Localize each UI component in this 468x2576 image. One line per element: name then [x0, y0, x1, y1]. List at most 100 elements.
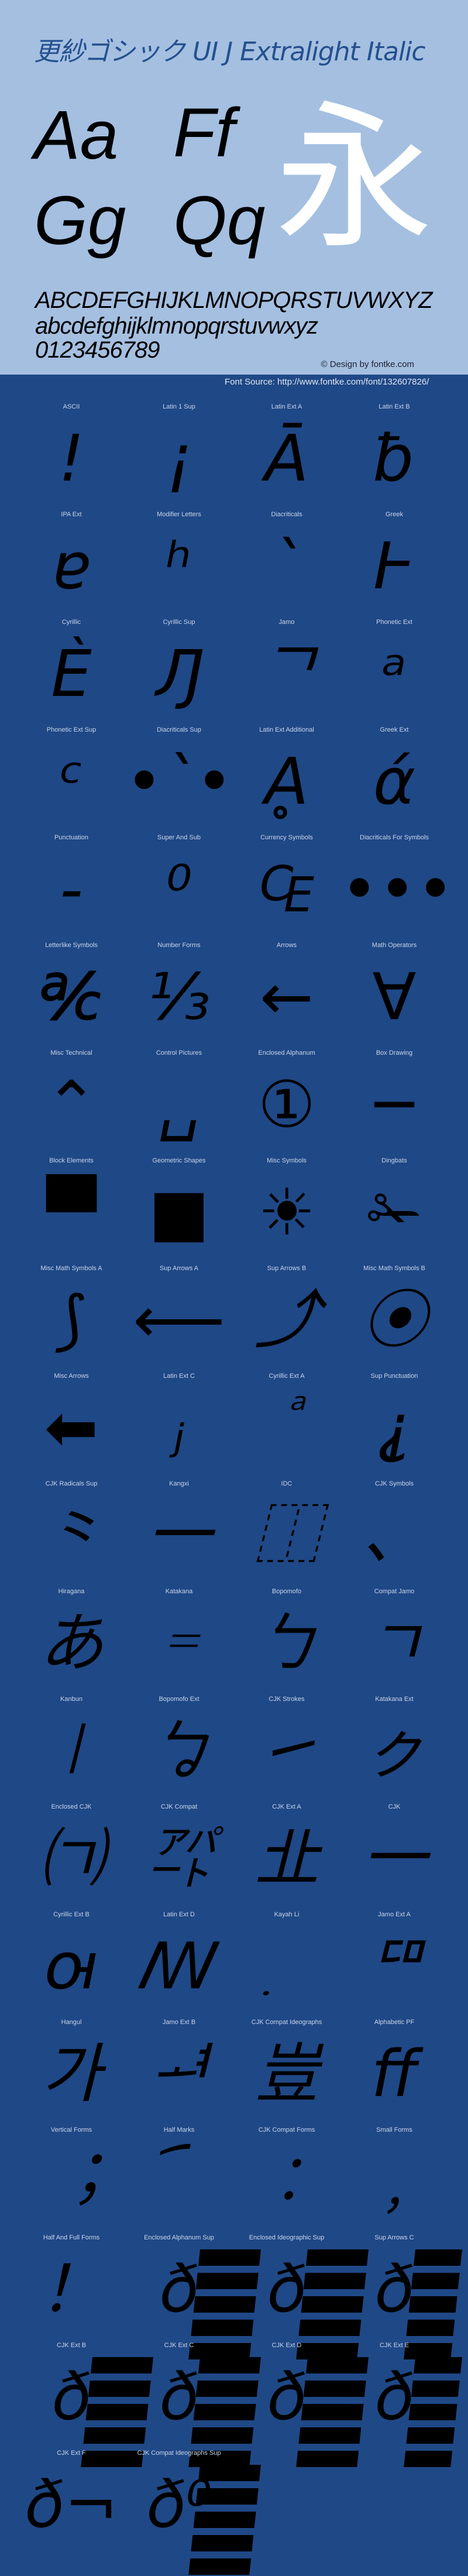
block-label: Bopomofo Ext [159, 1696, 199, 1703]
block-cell: Number Forms ⅓ [125, 942, 233, 1049]
block-cell: Vertical Forms ︔ [18, 2126, 125, 2234]
block-cell: Cyrillic Ѐ [18, 619, 125, 726]
block-cell: CJK Ext Cð [125, 2342, 261, 2468]
digits: 0123456789 [35, 337, 160, 363]
block-label: Sup Punctuation [370, 1373, 418, 1380]
block-label: IDC [281, 1480, 292, 1487]
block-cell: Enclosed CJK ㈀ [18, 1803, 125, 1911]
block-sample-glyph: ð¬ [25, 2467, 118, 2542]
block-cell: Katakana ゠ [125, 1588, 233, 1696]
block-sample-glyph: ⬅ [44, 1390, 99, 1465]
block-label: Latin Ext A [271, 403, 302, 410]
copyright: © Design by fontke.com [321, 359, 414, 369]
block-cell: Diacriticals Sup •`• [125, 726, 233, 834]
block-label: Jamo [278, 619, 295, 626]
block-cell: Box Drawing ─ [340, 1049, 448, 1157]
block-cell: Latin Ext A Ā [233, 403, 340, 511]
block-sample-glyph: ᄀ [257, 636, 316, 711]
font-source-link[interactable]: Font Source: http://www.fontke.com/font/… [225, 377, 429, 387]
block-cell: Hangul 가 [18, 2019, 125, 2126]
block-label: Greek [386, 511, 403, 518]
block-cell: Half Marks︠ [125, 2126, 233, 2234]
block-cell: Block Elements ▀ [18, 1157, 125, 1265]
block-sample-glyph: •`• [125, 744, 233, 819]
block-sample-glyph: ⺀ [39, 1498, 104, 1573]
block-sample-glyph: ▀ [46, 1175, 97, 1250]
block-sample-glyph: ︔ [39, 2144, 104, 2219]
block-cell: Alphabetic PF ﬀ [340, 2019, 448, 2126]
block-cell: Jamo ᄀ [233, 619, 340, 726]
block-sample-glyph: ⁰ [166, 852, 192, 927]
block-cell: Super And Sub ⁰ [125, 834, 233, 942]
block-cell: Hiragana あ [18, 1588, 125, 1696]
block-sample-glyph: ⟵ [133, 1282, 225, 1357]
block-sample-glyph: ℀ [40, 959, 103, 1034]
block-cell: IDC ⿰ [233, 1480, 340, 1588]
block-cell: Geometric Shapes ■ [125, 1157, 233, 1265]
block-label: Alphabetic PF [374, 2019, 415, 2026]
block-label: CJK Ext C [164, 2342, 194, 2349]
block-label: Modifier Letters [157, 511, 201, 518]
block-sample-glyph: ゠ [147, 1606, 211, 1680]
block-sample-glyph: ㄱ [364, 1606, 424, 1680]
block-sample-glyph: ꤫ [233, 1931, 340, 2002]
block-label: Misc Arrows [54, 1373, 89, 1380]
block-cell: Punctuation ‐ [18, 834, 125, 942]
block-sample-glyph: ⿰ [254, 1498, 319, 1573]
block-sample-glyph: Ԓ [154, 636, 204, 711]
block-label: Half Marks [163, 2126, 195, 2133]
specimen-kanji: 永 [275, 86, 433, 270]
block-sample-glyph: Ͱ [373, 529, 415, 603]
block-label: CJK Compat [160, 1803, 198, 1810]
block-sample-glyph: ㇰ [362, 1713, 426, 1788]
block-sample-glyph: Ѐ [51, 636, 92, 711]
font-title: 更紗ゴシック UI J Extralight Italic [34, 37, 426, 67]
block-cell: CJK 一 [340, 1803, 448, 1911]
block-label: CJK Ext D [271, 2342, 302, 2349]
specimen-gg: Gg [34, 182, 126, 259]
block-cell: Sup Arrows Cð [340, 2234, 462, 2361]
block-cell: Half And Full Forms ！ [18, 2234, 125, 2342]
block-cell: Greek Ͱ [340, 511, 448, 619]
block-sample-glyph: ʰ [166, 529, 192, 603]
block-sample-glyph: ⦿ [362, 1282, 426, 1357]
block-sample-glyph: ■ [149, 1175, 209, 1250]
block-label: Enclosed CJK [51, 1803, 92, 1810]
block-cell: Latin Ext Additional Ḁ [233, 726, 340, 834]
block-sample-glyph: ꙕ [44, 1929, 99, 2004]
block-label: Cyrillic [61, 619, 81, 626]
block-cell: CJK Radicals Sup ⺀ [18, 1480, 125, 1588]
block-cell: CJK Symbols 、 [340, 1480, 448, 1588]
block-sample-glyph: ⟆ [58, 1282, 84, 1357]
block-cell: Control Pictures ␣ [125, 1049, 233, 1157]
block-sample-glyph: ㌀ [147, 1821, 211, 1896]
block-label: Sup Arrows B [267, 1265, 307, 1272]
block-sample-glyph: ⼀ [147, 1498, 211, 1573]
block-sample-glyph: ﹐ [362, 2144, 426, 2219]
block-sample-glyph: ά [373, 744, 416, 819]
block-label: Half And Full Forms [43, 2234, 100, 2241]
block-label: Katakana Ext [375, 1696, 414, 1703]
block-label: Compat Jamo [374, 1588, 415, 1595]
block-label: Enclosed Alphanum Sup [144, 2234, 214, 2241]
block-sample-glyph: ɐ [51, 529, 91, 603]
block-label: Punctuation [54, 834, 89, 841]
block-label: Math Operators [371, 942, 417, 949]
block-cell: Compat Jamo ㄱ [340, 1588, 448, 1696]
block-label: CJK Strokes [269, 1696, 305, 1703]
block-cell: Arrows ← [233, 942, 340, 1049]
block-cell: Enclosed Alphanum Sup ð [125, 2234, 261, 2361]
block-label: Latin Ext C [163, 1373, 195, 1380]
block-cell: Phonetic Ext Sup ᶜ [18, 726, 125, 834]
block-cell: Sup Arrows A ⟵ [125, 1265, 233, 1373]
block-label: CJK [388, 1803, 401, 1810]
block-sample-glyph: ⸘ [377, 1390, 412, 1465]
block-label: Latin Ext D [163, 1911, 195, 1918]
block-sample-glyph: Ḁ [264, 744, 309, 819]
block-label: Currency Symbols [260, 834, 313, 841]
block-sample-glyph: ︰ [254, 2144, 319, 2219]
block-label: Cyrillic Ext B [53, 1911, 90, 1918]
block-label: CJK Compat Ideographs [251, 2019, 322, 2026]
block-cell: Misc Arrows ⬅ [18, 1373, 125, 1480]
block-label: ASCII [63, 403, 80, 410]
